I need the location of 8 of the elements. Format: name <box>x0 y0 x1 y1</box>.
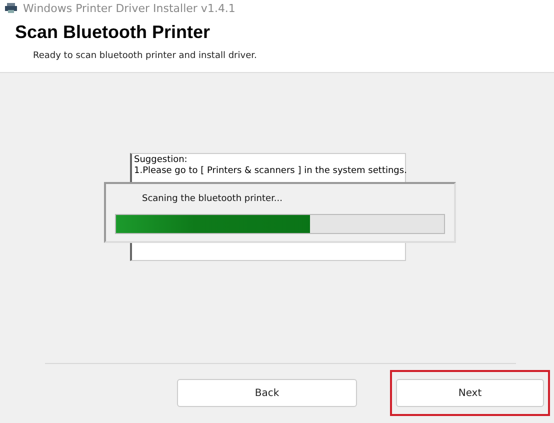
progress-message: Scaning the bluetooth printer... <box>142 194 284 204</box>
suggestion-text: Suggestion: <box>134 155 188 166</box>
next-button[interactable]: Next <box>396 379 544 407</box>
printer-icon <box>4 2 18 14</box>
window-title: Windows Printer Driver Installer v1.4.1 <box>23 2 236 14</box>
back-button[interactable]: Back <box>177 379 357 407</box>
page-subtitle: Ready to scan bluetooth printer and install driver. <box>32 51 258 61</box>
page-title: Scan Bluetooth Printer <box>15 21 212 43</box>
